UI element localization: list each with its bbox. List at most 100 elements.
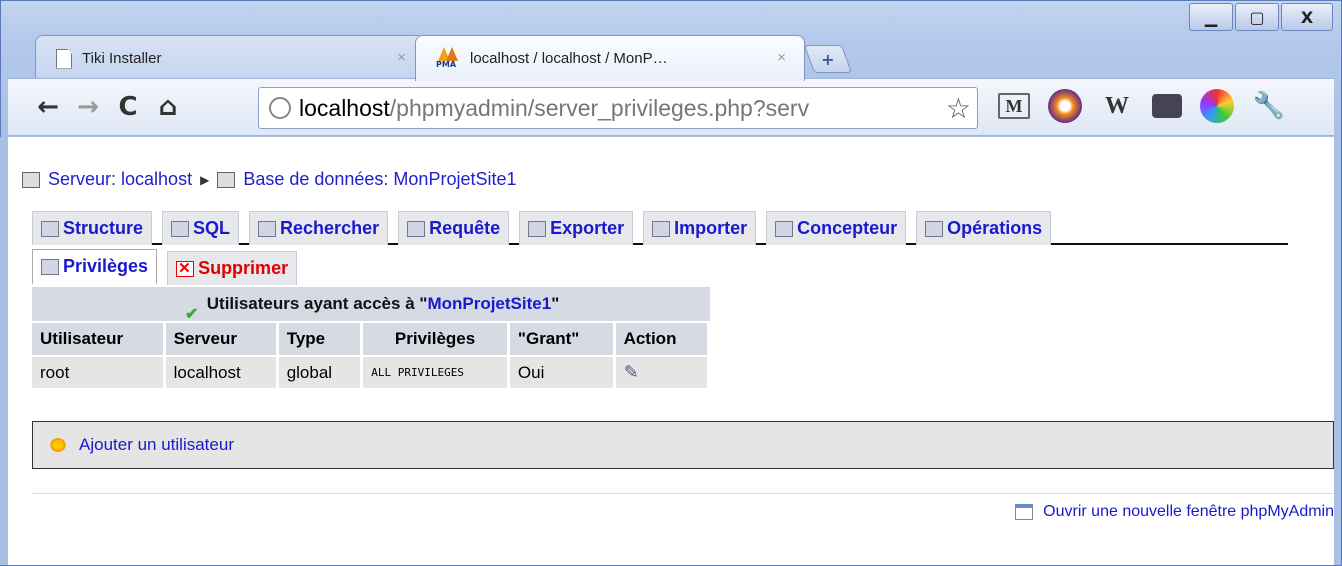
home-button[interactable]: ⌂ — [148, 92, 188, 122]
tab-label: Exporter — [550, 218, 625, 238]
table-row: root localhost global ALL PRIVILEGES Oui… — [32, 355, 711, 388]
tab-drop[interactable]: Supprimer — [167, 251, 298, 285]
page-icon — [56, 48, 72, 69]
add-user-link[interactable]: Ajouter un utilisateur — [79, 435, 234, 455]
phpmyadmin-icon: PMA — [436, 46, 460, 71]
breadcrumb-server-link[interactable]: Serveur: localhost — [48, 169, 192, 190]
tab-query[interactable]: Requête — [398, 211, 510, 245]
tab-label: Privilèges — [63, 256, 149, 276]
breadcrumb-database-link[interactable]: Base de données: MonProjetSite1 — [243, 169, 516, 190]
url-host: localhost — [299, 94, 390, 121]
tab-label: SQL — [193, 218, 231, 238]
query-icon — [407, 220, 426, 237]
extension-orange-icon[interactable] — [1048, 89, 1082, 123]
tab-phpmyadmin[interactable]: PMA localhost / localhost / MonP… × — [415, 35, 805, 81]
tab-label: Requête — [429, 218, 501, 238]
color-wheel-icon[interactable] — [1200, 89, 1234, 123]
bookmark-star-icon[interactable]: ☆ — [946, 92, 971, 125]
structure-icon — [41, 220, 59, 237]
tab-designer[interactable]: Concepteur — [766, 211, 907, 245]
tab-close-icon[interactable]: × — [397, 49, 406, 66]
tab-label: Rechercher — [280, 218, 380, 238]
page-viewport: Serveur: localhost ▶ Base de données: Mo… — [8, 137, 1334, 565]
designer-icon — [775, 220, 794, 237]
breadcrumb-separator: ▶ — [200, 172, 210, 187]
pma-tab-bar: Structure SQL Rechercher Requête Exporte… — [32, 209, 1288, 245]
user-cell: root — [32, 355, 166, 388]
tab-structure[interactable]: Structure — [32, 211, 153, 245]
import-icon — [652, 220, 671, 237]
users-table: ✔ Utilisateurs ayant accès à "MonProjetSi… — [32, 287, 711, 388]
privileges-icon — [41, 258, 59, 275]
column-header: "Grant" — [508, 321, 616, 356]
tab-tiki-installer[interactable]: Tiki Installer × — [35, 35, 425, 81]
wrench-icon[interactable]: 🔧 — [1252, 89, 1286, 123]
sql-icon — [171, 220, 190, 237]
tab-close-icon[interactable]: × — [777, 49, 786, 66]
type-cell: global — [277, 355, 364, 388]
pma-tab-bar-second-row: Privilèges Supprimer — [32, 249, 362, 287]
table-header-row: Utilisateur Serveur Type Privilèges "Gra… — [32, 321, 711, 356]
tab-label: Concepteur — [797, 218, 898, 238]
database-icon — [217, 171, 236, 188]
column-header: Type — [277, 321, 364, 356]
camera-icon[interactable] — [1152, 94, 1182, 118]
tab-label: Importer — [674, 218, 748, 238]
operations-icon — [925, 220, 944, 237]
tab-label: Opérations — [947, 218, 1043, 238]
new-window-link[interactable]: Ouvrir une nouvelle fenêtre phpMyAdmin — [1043, 503, 1334, 521]
tab-title: localhost / localhost / MonP… — [470, 50, 668, 67]
reload-button[interactable]: C — [108, 92, 148, 122]
search-icon — [258, 220, 277, 237]
plus-icon: + — [821, 49, 835, 69]
column-header: Serveur — [164, 321, 279, 356]
tab-import[interactable]: Importer — [643, 211, 757, 245]
column-header: Privilèges — [361, 321, 510, 356]
back-button[interactable]: ← — [28, 92, 68, 122]
tab-search[interactable]: Rechercher — [249, 211, 389, 245]
export-icon — [528, 220, 547, 237]
tab-label: Supprimer — [198, 258, 289, 278]
w-extension-icon[interactable]: W — [1100, 89, 1134, 123]
caption-prefix: Utilisateurs ayant accès à " — [206, 294, 428, 313]
forward-button[interactable]: → — [68, 92, 108, 122]
breadcrumb: Serveur: localhost ▶ Base de données: Mo… — [22, 169, 517, 190]
tab-label: Structure — [63, 218, 144, 238]
tab-strip: Tiki Installer × PMA localhost / localho… — [35, 35, 853, 81]
globe-icon — [269, 97, 291, 119]
column-header: Utilisateur — [32, 321, 166, 356]
new-tab-button[interactable]: + — [803, 45, 853, 73]
caption-database-link[interactable]: MonProjetSite1 — [427, 294, 551, 313]
delete-icon — [176, 259, 195, 277]
new-window-icon — [1015, 504, 1034, 520]
divider — [32, 493, 1334, 494]
close-window-button[interactable]: X — [1281, 3, 1333, 31]
tab-title: Tiki Installer — [82, 50, 162, 67]
action-cell: ✎ — [614, 355, 711, 388]
window-controls: ▁ ▢ X — [1187, 3, 1333, 31]
add-user-box: Ajouter un utilisateur — [32, 421, 1334, 469]
grant-cell: Oui — [508, 355, 616, 388]
tab-export[interactable]: Exporter — [519, 211, 634, 245]
tab-sql[interactable]: SQL — [162, 211, 240, 245]
minimize-button[interactable]: ▁ — [1189, 3, 1233, 31]
tab-operations[interactable]: Opérations — [916, 211, 1052, 245]
users-table-caption: ✔ Utilisateurs ayant accès à "MonProjetSi… — [32, 287, 710, 323]
check-icon: ✔ — [185, 305, 199, 323]
new-window: Ouvrir une nouvelle fenêtre phpMyAdmin — [1015, 503, 1334, 521]
privileges-cell: ALL PRIVILEGES — [361, 355, 510, 388]
window-border-left — [0, 137, 8, 565]
caption-suffix: " — [551, 294, 560, 313]
column-header: Action — [614, 321, 711, 356]
maximize-button[interactable]: ▢ — [1235, 3, 1279, 31]
edit-privileges-icon[interactable]: ✎ — [624, 362, 639, 382]
gmail-icon[interactable]: M — [998, 93, 1030, 119]
browser-toolbar: ← → C ⌂ localhost/phpmyadmin/server_priv… — [8, 78, 1334, 136]
address-bar[interactable]: localhost/phpmyadmin/server_privileges.p… — [258, 87, 978, 129]
url-path: /phpmyadmin/server_privileges.php?serv — [389, 94, 810, 121]
server-icon — [22, 171, 40, 188]
extension-icons: M W 🔧 — [998, 89, 1304, 123]
tab-privileges[interactable]: Privilèges — [32, 249, 158, 285]
host-cell: localhost — [164, 355, 279, 388]
add-user-icon — [49, 437, 67, 453]
